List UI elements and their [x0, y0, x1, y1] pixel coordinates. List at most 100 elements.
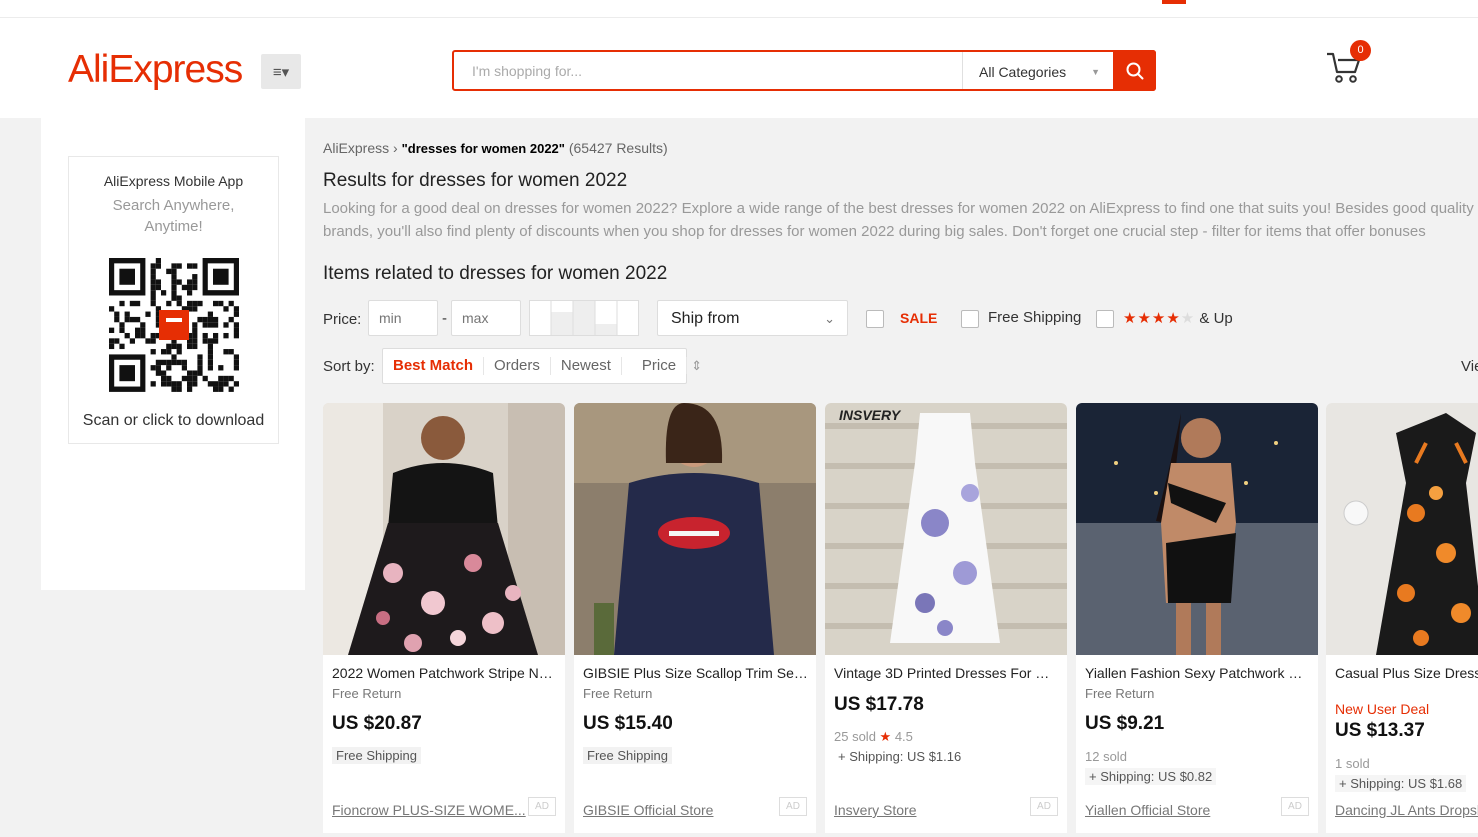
price-range-histogram[interactable] [529, 300, 639, 336]
stars-filled: ★★★★ [1123, 310, 1181, 327]
ad-badge: AD [779, 797, 807, 816]
free-shipping-checkbox[interactable] [961, 310, 979, 328]
new-user-deal-badge: New User Deal [1335, 701, 1430, 717]
rating-value: 4.5 [894, 729, 913, 744]
free-shipping-tag: Free Shipping [583, 747, 672, 764]
rating-filter-label: ★★★★★ & Up [1123, 309, 1233, 327]
shipping-cost: + Shipping: US $0.82 [1085, 768, 1217, 785]
results-description-line: brands, you'll also find plenty of disco… [323, 223, 1426, 240]
product-price: US $15.40 [583, 713, 673, 734]
product-card[interactable]: Casual Plus Size Dress E New User Deal U… [1326, 403, 1478, 833]
sort-newest[interactable]: Newest [551, 357, 622, 375]
store-link[interactable]: Yiallen Official Store [1085, 802, 1210, 818]
sort-label: Sort by: [323, 358, 375, 375]
product-price: US $13.37 [1335, 720, 1425, 741]
free-shipping-tag: Free Shipping [332, 747, 421, 764]
breadcrumb-query: "dresses for women 2022" [401, 141, 565, 156]
sold-count: 25 sold ★ 4.5 [834, 729, 913, 745]
product-image[interactable] [574, 403, 816, 655]
sale-checkbox[interactable] [866, 310, 884, 328]
store-link[interactable]: Dancing JL Ants Dropsh [1335, 802, 1478, 818]
menu-icon: ≡▾ [272, 63, 290, 81]
price-dash: - [442, 310, 447, 327]
stars-empty: ★ [1180, 310, 1196, 327]
aliexpress-logo[interactable]: AliExpress [68, 48, 243, 92]
sort-arrows-icon: ⇕ [691, 358, 703, 373]
sort-price[interactable]: Price ⇕ [622, 357, 712, 375]
price-min-input[interactable] [368, 300, 438, 336]
sort-options: Best Match Orders Newest Price ⇕ [382, 348, 702, 384]
free-shipping-label: Free Shipping [988, 309, 1082, 326]
ship-from-dropdown[interactable]: Ship from ⌄ [657, 300, 848, 336]
shipping-cost: + Shipping: US $1.16 [834, 748, 966, 765]
mobile-app-promo[interactable]: AliExpress Mobile App Search Anywhere, A… [68, 156, 279, 444]
sold-text: 25 sold [834, 729, 876, 744]
qr-code-image[interactable] [109, 258, 239, 392]
product-badge: Free Return [1085, 686, 1155, 701]
breadcrumb-count: (65427 Results) [568, 140, 668, 156]
product-price: US $9.21 [1085, 713, 1165, 734]
sale-label: SALE [900, 310, 938, 326]
product-title[interactable]: Casual Plus Size Dress E [1335, 665, 1478, 681]
store-link[interactable]: Fioncrow PLUS-SIZE WOME... [332, 802, 526, 818]
product-title[interactable]: GIBSIE Plus Size Scallop Trim Sequi... [583, 665, 808, 681]
app-title: AliExpress Mobile App [103, 173, 244, 189]
product-card[interactable]: Yiallen Fashion Sexy Patchwork Mi... Fre… [1076, 403, 1318, 833]
category-select[interactable]: All Categories ▼ [962, 52, 1114, 89]
sold-count: 1 sold [1335, 756, 1370, 771]
results-description-line: Looking for a good deal on dresses for w… [323, 200, 1474, 217]
caret-down-icon: ▼ [1091, 67, 1100, 77]
store-link[interactable]: Insvery Store [834, 802, 916, 818]
flag-icon[interactable] [1162, 0, 1186, 4]
sort-best-match[interactable]: Best Match [393, 357, 485, 375]
product-image[interactable] [1076, 403, 1318, 655]
brand-watermark: INSVERY [839, 407, 901, 423]
breadcrumb-chevron-icon: › [393, 140, 402, 156]
product-card[interactable]: INSVERY Vintage 3D Printed Dresses For W… [825, 403, 1067, 833]
product-card[interactable]: GIBSIE Plus Size Scallop Trim Sequi... F… [574, 403, 816, 833]
star-rating-icon: ★★★★★ [1123, 310, 1195, 327]
search-input[interactable] [454, 52, 959, 89]
sold-count: 12 sold [1085, 749, 1127, 764]
app-subtitle: Search Anywhere, Anytime! [112, 197, 235, 235]
product-title[interactable]: 2022 Women Patchwork Stripe Ne... [332, 665, 557, 681]
ad-badge: AD [528, 797, 556, 816]
breadcrumb: AliExpress › "dresses for women 2022" (6… [323, 140, 668, 156]
store-link[interactable]: GIBSIE Official Store [583, 802, 713, 818]
rating-checkbox[interactable] [1096, 310, 1114, 328]
related-items-title: Items related to dresses for women 2022 [323, 263, 668, 284]
search-icon [1126, 62, 1143, 79]
app-download-text[interactable]: Scan or click to download [69, 412, 278, 430]
view-toggle[interactable]: Vie [1461, 358, 1478, 375]
sidebar: AliExpress Mobile App Search Anywhere, A… [41, 118, 305, 590]
product-badge: Free Return [332, 686, 402, 701]
price-max-input[interactable] [451, 300, 521, 336]
sort-orders[interactable]: Orders [484, 357, 551, 375]
star-icon: ★ [879, 729, 892, 744]
cart-count-badge: 0 [1350, 40, 1371, 61]
categories-menu-button[interactable]: ≡▾ [261, 54, 301, 89]
product-image[interactable] [825, 403, 1067, 655]
stars-suffix: & Up [1199, 310, 1233, 327]
chevron-down-icon: ⌄ [824, 311, 835, 326]
product-title[interactable]: Vintage 3D Printed Dresses For W... [834, 665, 1059, 681]
results-description: Looking for a good deal on dresses for w… [323, 197, 1478, 243]
search-button[interactable] [1113, 50, 1156, 91]
product-image[interactable] [1326, 403, 1478, 655]
product-card[interactable]: 2022 Women Patchwork Stripe Ne... Free R… [323, 403, 565, 833]
product-grid: 2022 Women Patchwork Stripe Ne... Free R… [323, 403, 1478, 837]
product-title[interactable]: Yiallen Fashion Sexy Patchwork Mi... [1085, 665, 1310, 681]
site-header: AliExpress ≡▾ All Categories ▼ 0 [0, 18, 1478, 118]
ad-badge: AD [1281, 797, 1309, 816]
ship-from-label: Ship from [671, 310, 740, 327]
category-select-label: All Categories [979, 64, 1067, 80]
shipping-cost: + Shipping: US $1.68 [1335, 775, 1467, 792]
breadcrumb-root-link[interactable]: AliExpress [323, 140, 389, 156]
top-utility-bar [0, 0, 1478, 18]
filter-bar: Price: - Ship from ⌄ SALE Free Shipping … [323, 300, 1478, 336]
product-price: US $17.78 [834, 694, 924, 715]
price-label: Price: [323, 311, 362, 328]
product-image[interactable] [323, 403, 565, 655]
product-price: US $20.87 [332, 713, 422, 734]
product-badge: Free Return [583, 686, 653, 701]
